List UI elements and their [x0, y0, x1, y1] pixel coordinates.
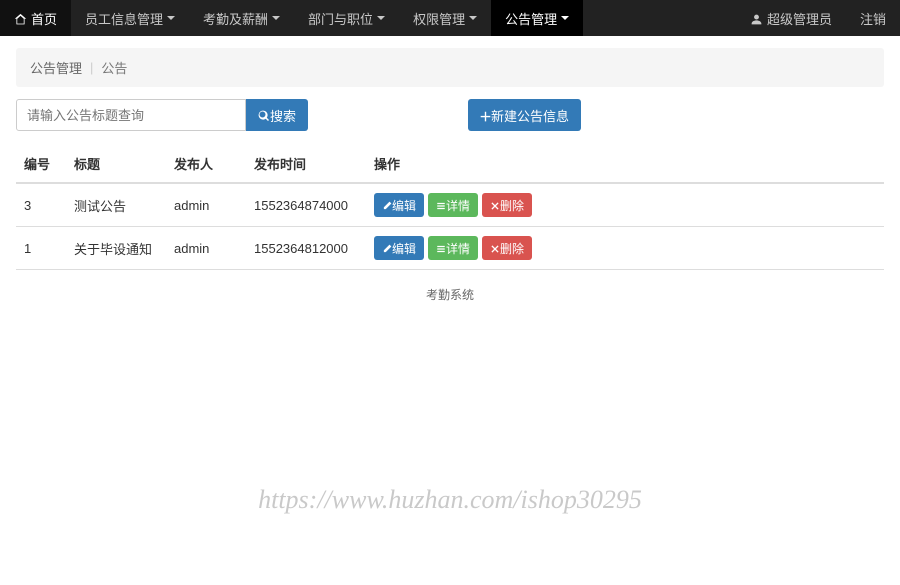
cell-actions: 编辑 详情 删除 — [366, 227, 884, 270]
pencil-icon — [382, 241, 392, 255]
create-button-label: 新建公告信息 — [491, 106, 569, 125]
nav-item-1[interactable]: 考勤及薪酬 — [189, 0, 294, 36]
breadcrumb-parent[interactable]: 公告管理 — [30, 58, 82, 77]
cell-title: 测试公告 — [66, 183, 166, 227]
edit-button[interactable]: 编辑 — [374, 236, 424, 260]
search-button-label: 搜索 — [270, 106, 296, 125]
breadcrumb-separator: | — [90, 60, 93, 75]
th-title: 标题 — [66, 145, 166, 183]
edit-label: 编辑 — [392, 197, 416, 214]
table-row: 3测试公告admin1552364874000 编辑 详情 删除 — [16, 183, 884, 227]
nav-item-2[interactable]: 部门与职位 — [294, 0, 399, 36]
nav-item-label: 公告管理 — [505, 9, 557, 28]
search-input[interactable] — [16, 99, 246, 131]
cell-author: admin — [166, 227, 246, 270]
cell-time: 1552364812000 — [246, 227, 366, 270]
edit-button[interactable]: 编辑 — [374, 193, 424, 217]
footer: 考勤系统 — [16, 270, 884, 319]
create-button[interactable]: 新建公告信息 — [468, 99, 581, 131]
nav-item-3[interactable]: 权限管理 — [399, 0, 491, 36]
list-icon — [436, 241, 446, 255]
breadcrumb: 公告管理 | 公告 — [16, 48, 884, 87]
search-icon — [258, 108, 270, 123]
nav-item-4[interactable]: 公告管理 — [491, 0, 583, 36]
nav-logout-label: 注销 — [860, 9, 886, 28]
nav-item-label: 考勤及薪酬 — [203, 9, 268, 28]
toolbar: 搜索 新建公告信息 — [16, 99, 884, 131]
edit-label: 编辑 — [392, 240, 416, 257]
delete-button[interactable]: 删除 — [482, 193, 532, 217]
delete-label: 删除 — [500, 240, 524, 257]
table-header-row: 编号 标题 发布人 发布时间 操作 — [16, 145, 884, 183]
search-button[interactable]: 搜索 — [246, 99, 308, 131]
breadcrumb-current: 公告 — [101, 58, 127, 77]
nav-left: 首页 员工信息管理 考勤及薪酬 部门与职位 权限管理 公告管理 — [0, 0, 583, 36]
home-icon — [14, 10, 27, 25]
user-icon — [750, 10, 763, 25]
delete-label: 删除 — [500, 197, 524, 214]
detail-label: 详情 — [446, 240, 470, 257]
table-row: 1关于毕设通知admin1552364812000 编辑 详情 删除 — [16, 227, 884, 270]
cell-time: 1552364874000 — [246, 183, 366, 227]
close-icon — [490, 241, 500, 255]
plus-icon — [480, 108, 491, 123]
delete-button[interactable]: 删除 — [482, 236, 532, 260]
detail-label: 详情 — [446, 197, 470, 214]
chevron-down-icon — [561, 16, 569, 20]
list-icon — [436, 198, 446, 212]
chevron-down-icon — [167, 16, 175, 20]
pencil-icon — [382, 198, 392, 212]
nav-right: 超级管理员 注销 — [736, 0, 900, 36]
main-container: 公告管理 | 公告 搜索 新建公告信息 编号 标题 发布人 — [0, 36, 900, 331]
nav-item-0[interactable]: 员工信息管理 — [71, 0, 189, 36]
nav-item-label: 员工信息管理 — [85, 9, 163, 28]
cell-title: 关于毕设通知 — [66, 227, 166, 270]
chevron-down-icon — [377, 16, 385, 20]
announcement-table: 编号 标题 发布人 发布时间 操作 3测试公告admin155236487400… — [16, 145, 884, 270]
cell-actions: 编辑 详情 删除 — [366, 183, 884, 227]
detail-button[interactable]: 详情 — [428, 236, 478, 260]
navbar: 首页 员工信息管理 考勤及薪酬 部门与职位 权限管理 公告管理 超级管理员 注销 — [0, 0, 900, 36]
nav-item-label: 部门与职位 — [308, 9, 373, 28]
th-id: 编号 — [16, 145, 66, 183]
nav-item-label: 权限管理 — [413, 9, 465, 28]
nav-user-label: 超级管理员 — [767, 9, 832, 28]
th-actions: 操作 — [366, 145, 884, 183]
close-icon — [490, 198, 500, 212]
cell-author: admin — [166, 183, 246, 227]
th-time: 发布时间 — [246, 145, 366, 183]
nav-logout[interactable]: 注销 — [846, 0, 900, 36]
cell-id: 1 — [16, 227, 66, 270]
nav-home-label: 首页 — [31, 9, 57, 28]
nav-home[interactable]: 首页 — [0, 0, 71, 36]
watermark: https://www.huzhan.com/ishop30295 — [258, 485, 642, 515]
cell-id: 3 — [16, 183, 66, 227]
chevron-down-icon — [272, 16, 280, 20]
th-author: 发布人 — [166, 145, 246, 183]
chevron-down-icon — [469, 16, 477, 20]
nav-user[interactable]: 超级管理员 — [736, 0, 846, 36]
detail-button[interactable]: 详情 — [428, 193, 478, 217]
search-group: 搜索 — [16, 99, 308, 131]
